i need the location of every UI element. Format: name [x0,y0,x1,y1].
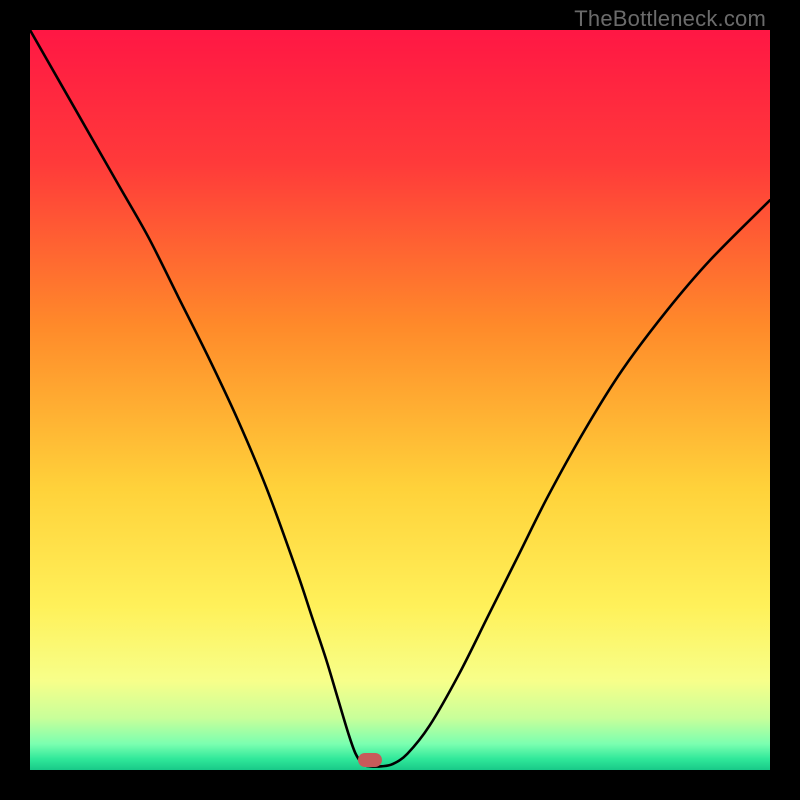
current-point-marker [358,753,382,767]
watermark-text: TheBottleneck.com [574,6,766,32]
bottleneck-curve [30,30,770,770]
plot-area [30,30,770,770]
chart-container: TheBottleneck.com [0,0,800,800]
